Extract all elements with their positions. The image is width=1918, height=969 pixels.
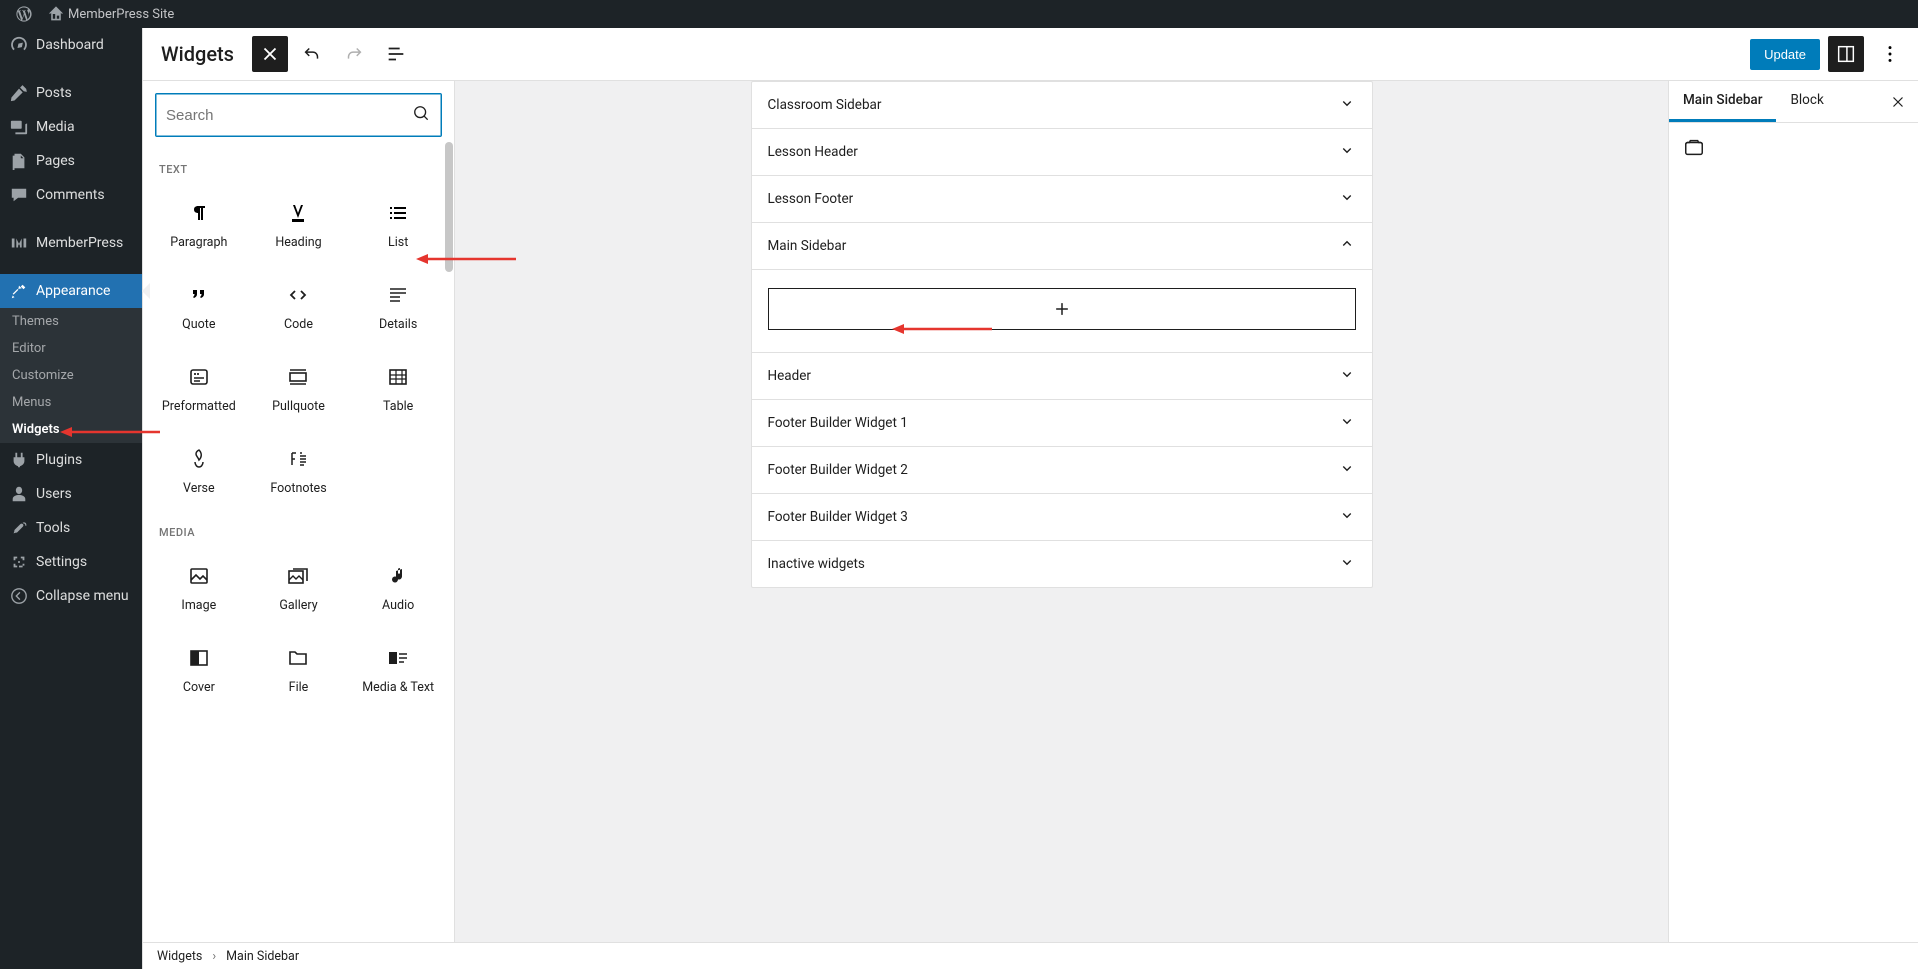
chevron-right-icon: ›	[212, 949, 216, 964]
widget-area-label: Main Sidebar	[768, 238, 847, 254]
block-file[interactable]: File	[249, 629, 349, 711]
page-title: Widgets	[153, 42, 246, 66]
site-name: MemberPress Site	[68, 7, 174, 22]
block-gallery[interactable]: Gallery	[249, 547, 349, 629]
chevron-down-icon	[1338, 365, 1356, 387]
widget-area-row[interactable]: Lesson Header	[752, 129, 1372, 176]
widget-area-label: Footer Builder Widget 2	[768, 462, 908, 478]
widget-area-row[interactable]: Classroom Sidebar	[752, 82, 1372, 129]
block-details[interactable]: Details	[348, 266, 448, 348]
block-inserter-panel: TEXT Paragraph Heading List	[143, 81, 455, 942]
block-verse[interactable]: Verse	[149, 430, 249, 512]
widget-area-icon	[1683, 148, 1705, 163]
widget-area-label: Footer Builder Widget 3	[768, 509, 908, 525]
undo-button[interactable]	[294, 36, 330, 72]
submenu-menus[interactable]: Menus	[0, 389, 142, 416]
widget-area-row[interactable]: Footer Builder Widget 3	[752, 494, 1372, 541]
block-preformatted[interactable]: Preformatted	[149, 348, 249, 430]
tab-widget-area[interactable]: Main Sidebar	[1669, 81, 1776, 122]
menu-media[interactable]: Media	[0, 110, 142, 144]
chevron-down-icon	[1338, 506, 1356, 528]
chevron-down-icon	[1338, 459, 1356, 481]
widget-area-row[interactable]: Header	[752, 353, 1372, 400]
wordpress-logo[interactable]	[8, 0, 40, 28]
submenu-editor[interactable]: Editor	[0, 335, 142, 362]
menu-settings[interactable]: Settings	[0, 545, 142, 579]
block-media-text[interactable]: Media & Text	[348, 629, 448, 711]
widget-area-label: Header	[768, 368, 811, 384]
block-pullquote[interactable]: Pullquote	[249, 348, 349, 430]
block-paragraph[interactable]: Paragraph	[149, 184, 249, 266]
breadcrumb-root[interactable]: Widgets	[157, 949, 202, 964]
submenu-customize[interactable]: Customize	[0, 362, 142, 389]
category-media: MEDIA	[149, 512, 448, 547]
chevron-down-icon	[1338, 188, 1356, 210]
chevron-up-icon	[1338, 235, 1356, 257]
list-view-button[interactable]	[378, 36, 414, 72]
widgets-canvas: Classroom Sidebar Lesson Header Lesson Foo…	[455, 81, 1668, 942]
menu-posts[interactable]: Posts	[0, 76, 142, 110]
add-block-button[interactable]	[768, 288, 1356, 330]
site-home-link[interactable]: MemberPress Site	[40, 0, 182, 28]
widget-area-label: Footer Builder Widget 1	[768, 415, 908, 431]
breadcrumb-current[interactable]: Main Sidebar	[226, 949, 299, 964]
widget-area-label: Lesson Header	[768, 144, 858, 160]
widget-area-row[interactable]: Main Sidebar	[752, 223, 1372, 270]
block-audio[interactable]: Audio	[348, 547, 448, 629]
submenu-widgets[interactable]: Widgets	[0, 416, 142, 443]
block-code[interactable]: Code	[249, 266, 349, 348]
menu-appearance[interactable]: Appearance	[0, 274, 142, 308]
menu-tools[interactable]: Tools	[0, 511, 142, 545]
chevron-down-icon	[1338, 94, 1356, 116]
settings-panel: Main Sidebar Block	[1668, 81, 1918, 942]
widget-area-row[interactable]: Footer Builder Widget 2	[752, 447, 1372, 494]
block-heading[interactable]: Heading	[249, 184, 349, 266]
more-options-button[interactable]	[1872, 36, 1908, 72]
widget-area-row[interactable]: Lesson Footer	[752, 176, 1372, 223]
block-image[interactable]: Image	[149, 547, 249, 629]
close-inserter-button[interactable]	[252, 36, 288, 72]
tab-block[interactable]: Block	[1776, 81, 1837, 122]
block-quote[interactable]: Quote	[149, 266, 249, 348]
submenu-themes[interactable]: Themes	[0, 308, 142, 335]
settings-toggle-button[interactable]	[1828, 36, 1864, 72]
widget-area-row[interactable]: Inactive widgets	[752, 541, 1372, 587]
widget-area-row[interactable]: Footer Builder Widget 1	[752, 400, 1372, 447]
menu-dashboard[interactable]: Dashboard	[0, 28, 142, 62]
menu-memberpress[interactable]: MemberPress	[0, 226, 142, 260]
admin-menu: Dashboard Posts Media Pages Comments Mem…	[0, 28, 142, 969]
close-settings-button[interactable]	[1878, 93, 1918, 111]
widget-area-label: Inactive widgets	[768, 556, 865, 572]
menu-collapse[interactable]: Collapse menu	[0, 579, 142, 613]
redo-button[interactable]	[336, 36, 372, 72]
block-footnotes[interactable]: Footnotes	[249, 430, 349, 512]
update-button[interactable]: Update	[1750, 39, 1820, 70]
inserter-scrollbar[interactable]	[444, 138, 454, 942]
search-input[interactable]	[166, 107, 411, 124]
submenu-appearance: Themes Editor Customize Menus Widgets	[0, 308, 142, 443]
category-text: TEXT	[149, 149, 448, 184]
menu-comments[interactable]: Comments	[0, 178, 142, 212]
widget-area-body	[752, 270, 1372, 353]
block-list[interactable]: List	[348, 184, 448, 266]
widget-area-label: Classroom Sidebar	[768, 97, 882, 113]
block-cover[interactable]: Cover	[149, 629, 249, 711]
menu-users[interactable]: Users	[0, 477, 142, 511]
chevron-down-icon	[1338, 553, 1356, 575]
search-icon	[411, 103, 431, 127]
chevron-down-icon	[1338, 412, 1356, 434]
menu-plugins[interactable]: Plugins	[0, 443, 142, 477]
widget-area-label: Lesson Footer	[768, 191, 854, 207]
menu-pages[interactable]: Pages	[0, 144, 142, 178]
chevron-down-icon	[1338, 141, 1356, 163]
block-table[interactable]: Table	[348, 348, 448, 430]
